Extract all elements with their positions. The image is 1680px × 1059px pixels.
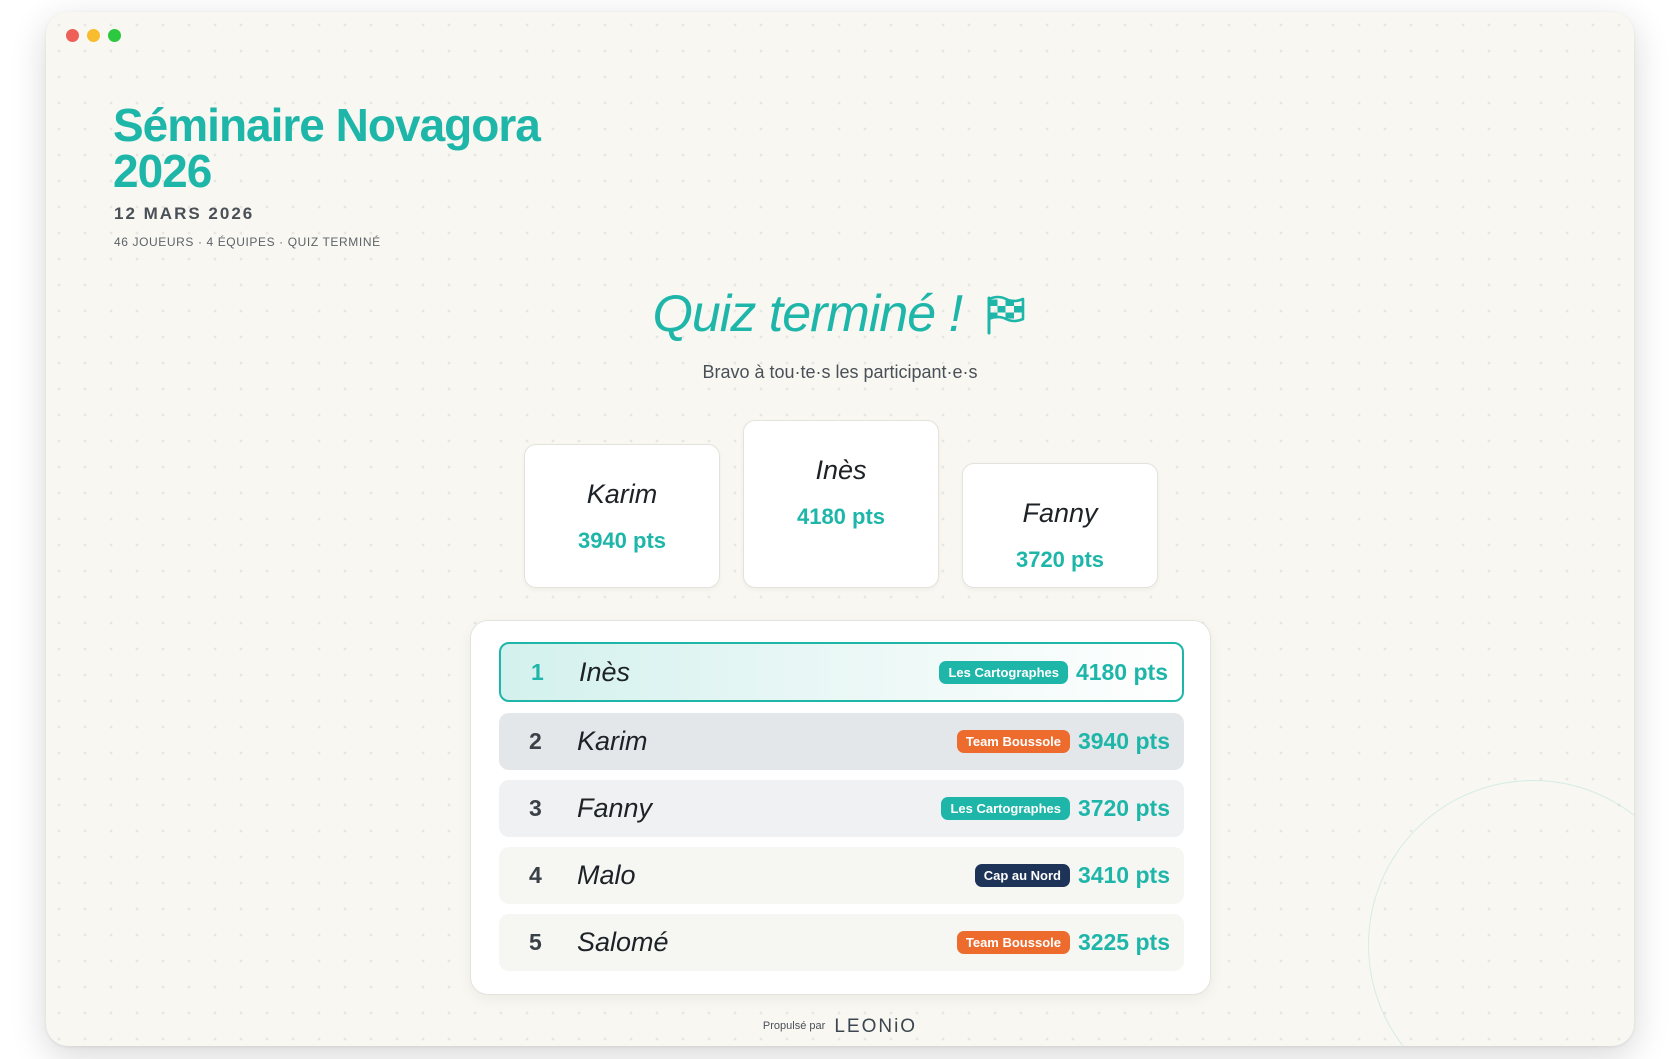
decorative-circle bbox=[1368, 780, 1634, 1046]
podium-points: 4180 pts bbox=[796, 504, 886, 529]
row-player-name: Salomé bbox=[577, 927, 669, 957]
close-window-button[interactable] bbox=[66, 29, 79, 42]
team-badge: Les Cartographes bbox=[941, 797, 1070, 820]
team-badge: Team Boussole bbox=[956, 931, 1070, 954]
row-player-name: Fanny bbox=[577, 793, 653, 823]
leaderboard-row: 5 Salomé Team Boussole 3225 pts bbox=[499, 914, 1184, 971]
footer: Propulsé par LEONiO bbox=[46, 1016, 1634, 1038]
row-rank: 1 bbox=[531, 658, 544, 685]
row-player-name: Inès bbox=[579, 656, 631, 687]
row-rank: 2 bbox=[529, 728, 542, 754]
team-badge: Les Cartographes bbox=[939, 660, 1068, 684]
leaderboard-row: 2 Karim Team Boussole 3940 pts bbox=[499, 713, 1184, 770]
window-controls bbox=[66, 29, 121, 42]
row-points: 3720 pts bbox=[1077, 795, 1170, 821]
leaderboard-row: 1 Inès Les Cartographes 4180 pts bbox=[499, 642, 1184, 702]
leaderboard-row: 4 Malo Cap au Nord 3410 pts bbox=[499, 847, 1184, 904]
podium-first-place: Inès 4180 pts bbox=[743, 420, 939, 588]
podium-name: Inès bbox=[815, 455, 867, 485]
team-badge: Team Boussole bbox=[956, 730, 1070, 753]
podium-points: 3940 pts bbox=[577, 528, 667, 553]
row-player-name: Malo bbox=[577, 860, 636, 890]
row-points: 3225 pts bbox=[1077, 929, 1170, 955]
minimize-window-button[interactable] bbox=[87, 29, 100, 42]
row-points: 3410 pts bbox=[1077, 862, 1170, 888]
row-rank: 4 bbox=[529, 862, 542, 888]
podium-third-place: Fanny 3720 pts bbox=[962, 463, 1158, 588]
event-meta: 46 JOUEURS · 4 ÉQUIPES · QUIZ TERMINÉ bbox=[114, 235, 381, 249]
powered-by-label: Propulsé par bbox=[762, 1020, 826, 1032]
team-badge: Cap au Nord bbox=[974, 864, 1070, 887]
event-date: 12 MARS 2026 bbox=[114, 204, 255, 223]
brand-logo[interactable]: LEONiO bbox=[834, 1016, 917, 1037]
row-player-name: Karim bbox=[577, 726, 648, 756]
podium-points: 3720 pts bbox=[1015, 547, 1105, 572]
row-rank: 3 bbox=[529, 795, 542, 821]
app-window: Séminaire Novagora 2026 12 MARS 2026 46 … bbox=[46, 12, 1634, 1046]
headline-text: Quiz terminé ! bbox=[652, 285, 963, 343]
podium-second-place: Karim 3940 pts bbox=[524, 444, 720, 588]
leaderboard-row: 3 Fanny Les Cartographes 3720 pts bbox=[499, 780, 1184, 837]
row-points: 3940 pts bbox=[1077, 728, 1170, 754]
leaderboard: 1 Inès Les Cartographes 4180 pts 2 Karim… bbox=[470, 620, 1211, 995]
podium-name: Fanny bbox=[1022, 498, 1098, 528]
subtitle: Bravo à tou·te·s les participant·e·s bbox=[702, 362, 978, 382]
maximize-window-button[interactable] bbox=[108, 29, 121, 42]
row-points: 4180 pts bbox=[1075, 658, 1168, 685]
checkered-flag-icon bbox=[984, 288, 1028, 335]
podium-name: Karim bbox=[586, 479, 658, 509]
row-rank: 5 bbox=[529, 929, 542, 955]
headline: Quiz terminé ! bbox=[46, 284, 1634, 344]
event-title: Séminaire Novagora 2026 bbox=[113, 99, 541, 197]
